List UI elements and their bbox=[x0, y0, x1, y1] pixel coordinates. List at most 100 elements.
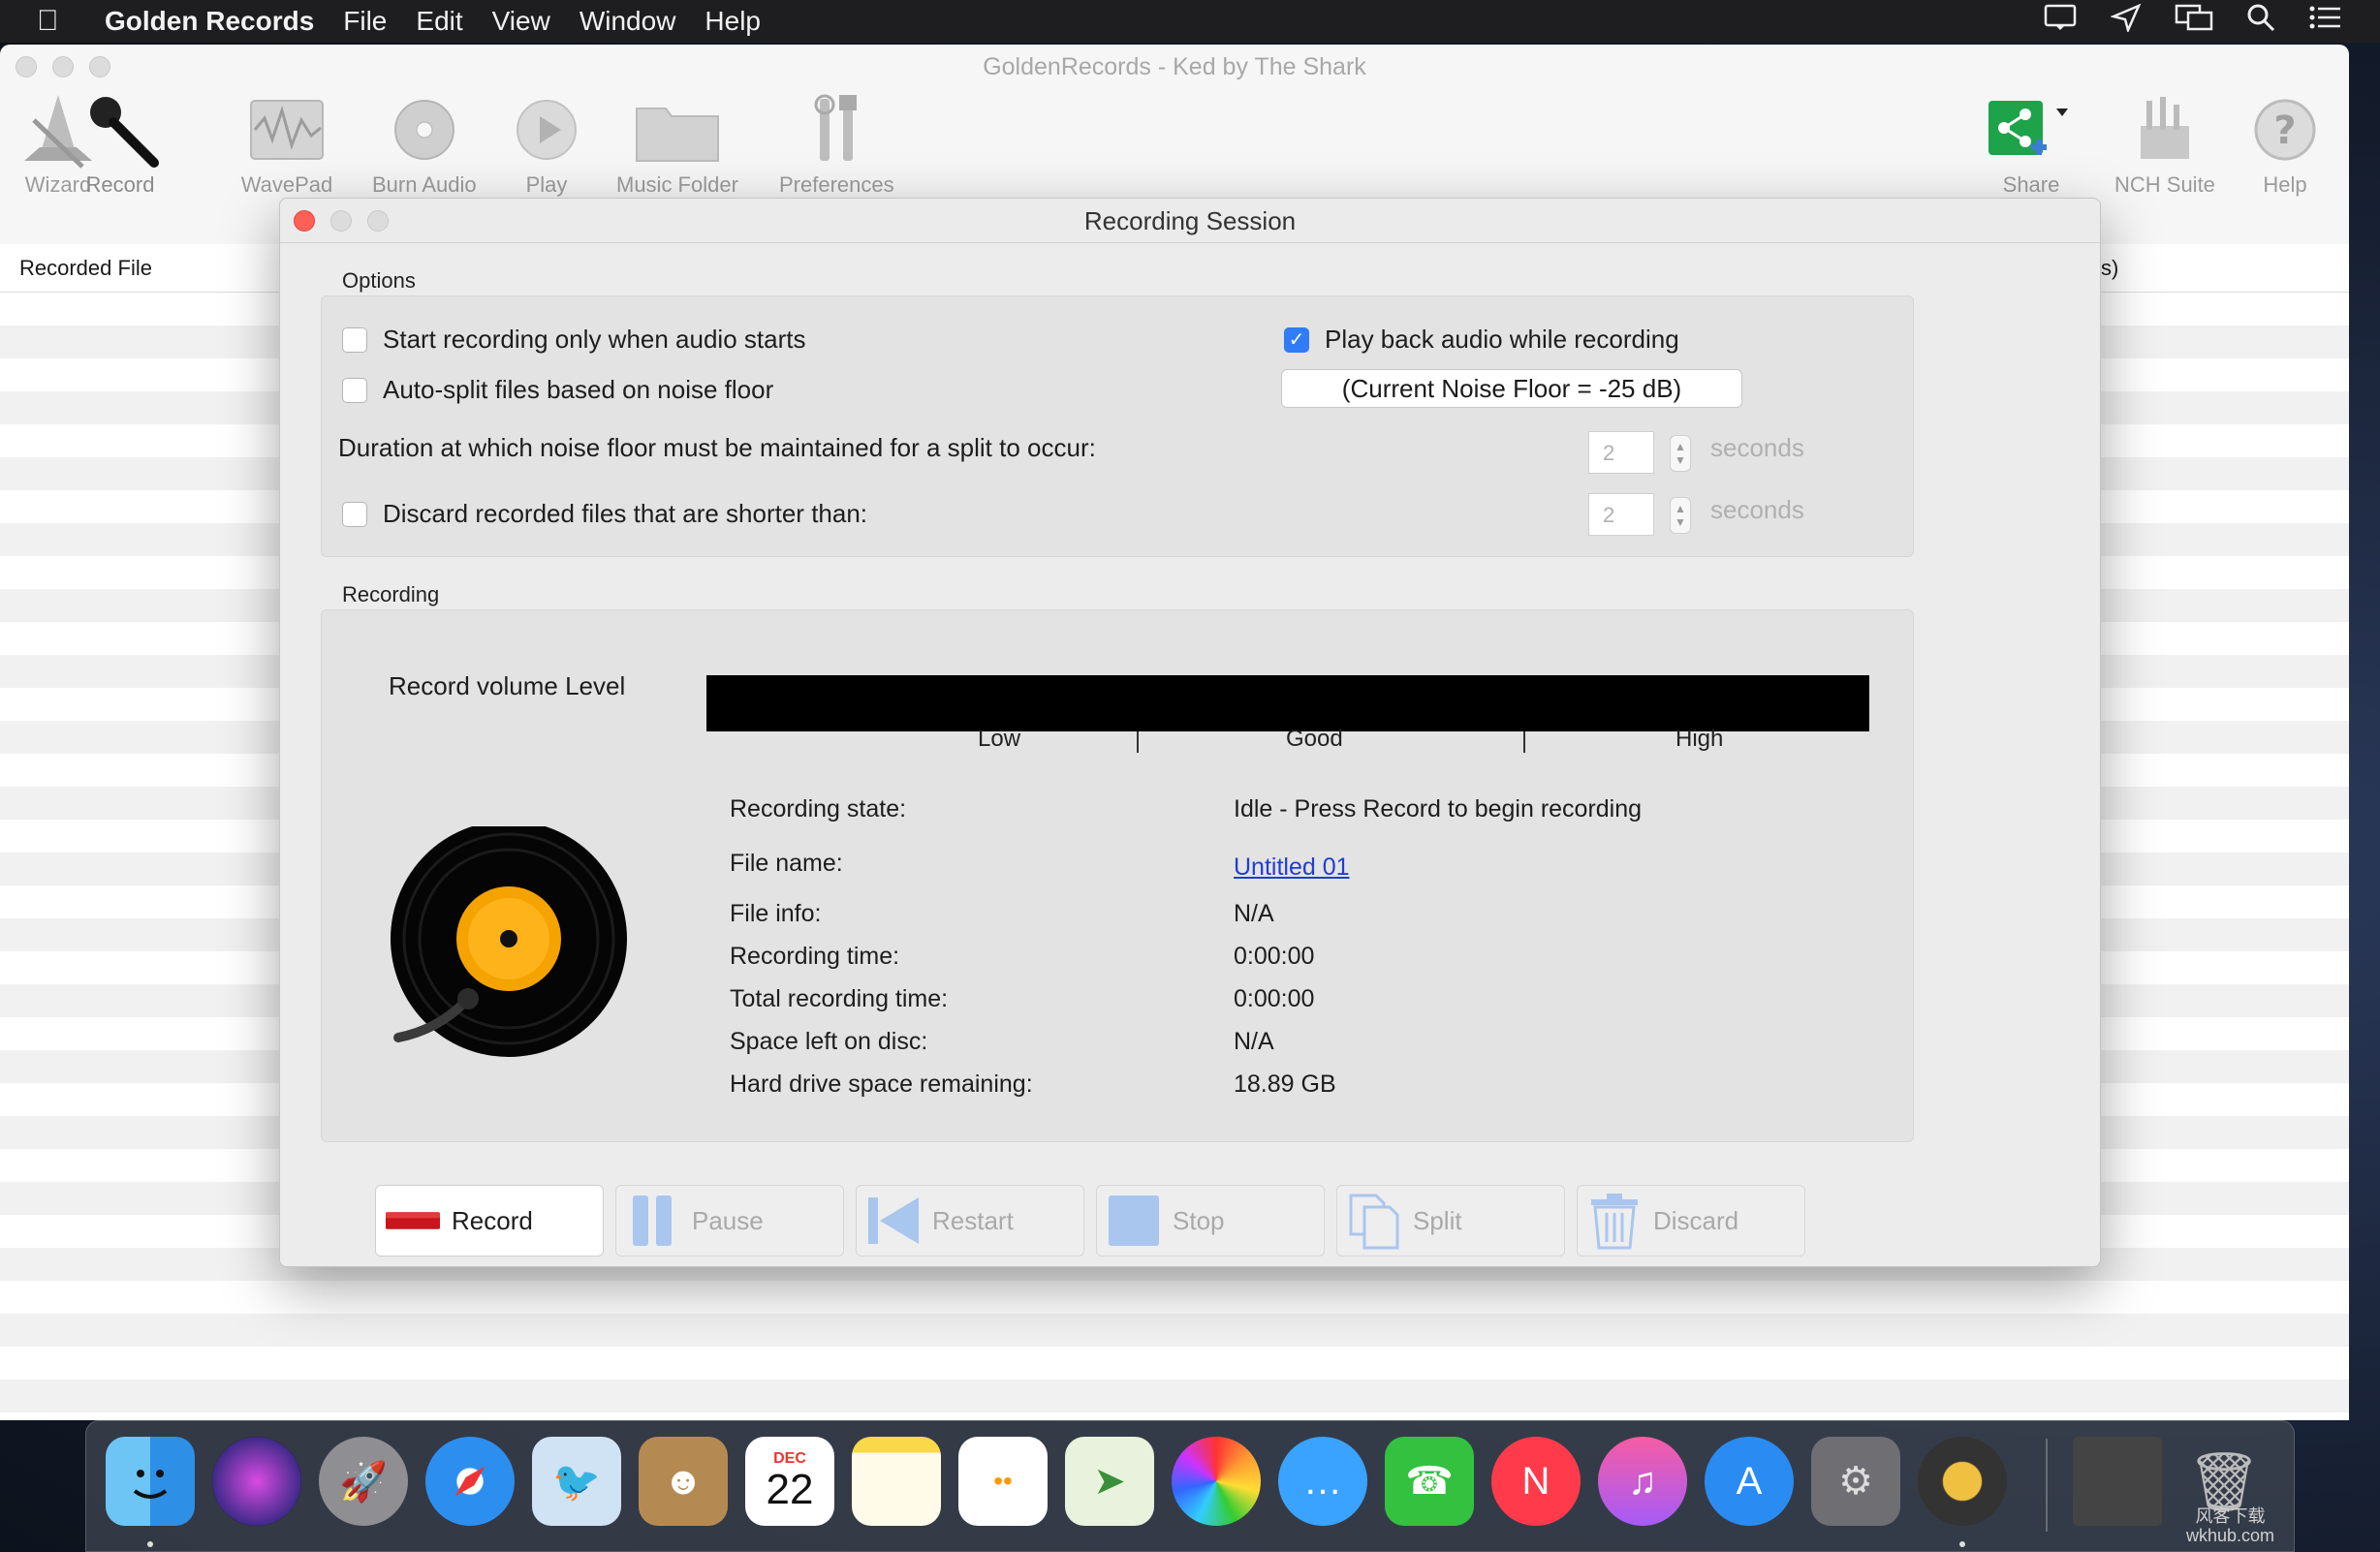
volume-meter bbox=[706, 675, 1869, 731]
microphone-icon bbox=[72, 89, 169, 171]
toolbar-wavepad-label: WavePad bbox=[240, 172, 333, 197]
toolbar-nch-suite-label: NCH Suite bbox=[2114, 172, 2215, 197]
meter-tick-1 bbox=[1137, 731, 1139, 753]
start-on-audio-checkbox[interactable] bbox=[342, 326, 367, 353]
siri-icon[interactable] bbox=[212, 1437, 301, 1526]
toolbar-music-folder-button[interactable]: Music Folder bbox=[616, 89, 738, 200]
toolbar-wavepad-button[interactable]: WavePad bbox=[238, 89, 335, 200]
toolbar-preferences-button[interactable]: Preferences bbox=[779, 89, 894, 200]
share-icon bbox=[1983, 89, 2080, 171]
discard-length-stepper[interactable]: ▲ ▼ bbox=[1670, 497, 1691, 534]
playback-label: Play back audio while recording bbox=[1325, 325, 1679, 354]
toolbar-play-button[interactable]: Play bbox=[498, 89, 595, 200]
duration-input[interactable]: 2 bbox=[1588, 431, 1654, 474]
menu-edit[interactable]: Edit bbox=[416, 6, 462, 37]
menu-help[interactable]: Help bbox=[705, 6, 761, 37]
record-bar-icon bbox=[386, 1194, 440, 1248]
play-icon bbox=[498, 89, 595, 171]
menu-file[interactable]: File bbox=[343, 6, 387, 37]
playback-option[interactable]: ✓ Play back audio while recording bbox=[1284, 325, 1679, 355]
mail-eagle-icon[interactable]: 🐦 bbox=[532, 1437, 621, 1526]
options-section-label: Options bbox=[342, 268, 416, 293]
dock-separator bbox=[2046, 1439, 2048, 1532]
auto-split-option[interactable]: Auto-split files based on noise floor bbox=[342, 375, 773, 405]
toolbar-burn-audio-button[interactable]: Burn Audio bbox=[372, 89, 477, 200]
duration-stepper[interactable]: ▲ ▼ bbox=[1670, 435, 1691, 472]
toolbar-record-button[interactable]: Record bbox=[72, 89, 169, 200]
spotlight-search-icon[interactable] bbox=[2246, 3, 2275, 40]
calendar-icon[interactable]: DEC 22 bbox=[745, 1437, 834, 1526]
toolbar-help-label: Help bbox=[2263, 172, 2307, 197]
notes-icon[interactable] bbox=[852, 1437, 941, 1526]
location-arrow-icon[interactable] bbox=[2110, 3, 2142, 40]
discard-short-checkbox[interactable] bbox=[342, 501, 367, 527]
restart-icon bbox=[866, 1194, 921, 1248]
record-button[interactable]: Record bbox=[375, 1185, 604, 1257]
toolbar-preferences-label: Preferences bbox=[779, 172, 894, 197]
menu-window[interactable]: Window bbox=[579, 6, 676, 37]
disc-icon bbox=[376, 89, 473, 171]
toolbar-share-button[interactable]: Share bbox=[1983, 89, 2080, 200]
discard-short-label: Discard recorded files that are shorter … bbox=[383, 499, 868, 528]
file-name-label: File name: bbox=[730, 850, 843, 877]
split-button[interactable]: Split bbox=[1336, 1185, 1565, 1257]
main-window-controls bbox=[16, 56, 110, 78]
column-partial[interactable]: s) bbox=[2101, 244, 2118, 293]
nch-suite-icon bbox=[2116, 89, 2213, 171]
main-minimize-button[interactable] bbox=[52, 56, 74, 78]
restart-button[interactable]: Restart bbox=[856, 1185, 1084, 1257]
stop-button[interactable]: Stop bbox=[1096, 1185, 1325, 1257]
meter-high-label: High bbox=[1675, 726, 1724, 752]
main-close-button[interactable] bbox=[16, 56, 37, 78]
waveform-icon bbox=[238, 89, 335, 171]
system-preferences-gear-icon[interactable]: ⚙ bbox=[1811, 1437, 1900, 1526]
pause-button-label: Pause bbox=[692, 1205, 764, 1235]
playback-checkbox[interactable]: ✓ bbox=[1284, 326, 1309, 353]
toolbar-help-button[interactable]: ? Help bbox=[2237, 89, 2333, 200]
dialog-minimize-button[interactable] bbox=[330, 210, 352, 232]
toolbar-music-folder-label: Music Folder bbox=[616, 172, 738, 197]
control-center-list-icon[interactable] bbox=[2308, 4, 2341, 39]
facetime-icon[interactable]: ☎ bbox=[1385, 1437, 1474, 1526]
dialog-close-button[interactable] bbox=[294, 210, 315, 232]
duration-label: Duration at which noise floor must be ma… bbox=[338, 433, 1096, 462]
reminders-icon[interactable]: •• bbox=[958, 1437, 1048, 1526]
main-zoom-button[interactable] bbox=[89, 56, 110, 78]
auto-split-label: Auto-split files based on noise floor bbox=[383, 375, 774, 404]
apple-menu-icon[interactable]:  bbox=[37, 5, 83, 38]
safari-compass-icon[interactable] bbox=[425, 1437, 515, 1526]
auto-split-checkbox[interactable] bbox=[342, 377, 367, 403]
news-icon[interactable]: N bbox=[1491, 1437, 1581, 1526]
contacts-icon[interactable]: ☻ bbox=[639, 1437, 728, 1526]
display-mirroring-icon[interactable] bbox=[2175, 3, 2213, 40]
discard-length-input[interactable]: 2 bbox=[1588, 493, 1654, 536]
main-window-titlebar: GoldenRecords - Ked by The Shark bbox=[0, 45, 2349, 89]
toolbar-nch-suite-button[interactable]: NCH Suite bbox=[2114, 89, 2215, 200]
maps-icon[interactable]: ➤ bbox=[1065, 1437, 1154, 1526]
noise-floor-button[interactable]: (Current Noise Floor = -25 dB) bbox=[1281, 369, 1742, 408]
notification-icon[interactable] bbox=[2043, 3, 2078, 40]
golden-records-running-indicator bbox=[1959, 1541, 1965, 1547]
discard-button[interactable]: Discard bbox=[1577, 1185, 1805, 1257]
dialog-zoom-button[interactable] bbox=[367, 210, 389, 232]
menu-view[interactable]: View bbox=[492, 6, 550, 37]
music-note-icon[interactable]: ♫ bbox=[1598, 1437, 1687, 1526]
menu-bar:  Golden Records File Edit View Window H… bbox=[0, 0, 2380, 43]
pause-button[interactable]: Pause bbox=[615, 1185, 844, 1257]
column-recorded-file[interactable]: Recorded File bbox=[19, 244, 152, 293]
downloads-stack-icon[interactable] bbox=[2073, 1437, 2162, 1526]
meter-low-label: Low bbox=[978, 726, 1021, 752]
recording-state-value: Idle - Press Record to begin recording bbox=[1234, 795, 1643, 823]
discard-short-option[interactable]: Discard recorded files that are shorter … bbox=[342, 499, 867, 529]
finder-icon[interactable] bbox=[106, 1437, 195, 1526]
app-store-icon[interactable]: A bbox=[1705, 1437, 1794, 1526]
photos-icon[interactable] bbox=[1172, 1437, 1261, 1526]
help-icon: ? bbox=[2237, 89, 2333, 171]
file-name-link[interactable]: Untitled 01 bbox=[1234, 854, 1350, 882]
launchpad-rocket-icon[interactable]: 🚀 bbox=[319, 1437, 408, 1526]
start-on-audio-option[interactable]: Start recording only when audio starts bbox=[342, 325, 805, 355]
menu-app-name[interactable]: Golden Records bbox=[105, 6, 314, 37]
watermark-text: 风客下载 wkhub.com bbox=[2185, 1506, 2274, 1545]
messages-icon[interactable]: … bbox=[1278, 1437, 1367, 1526]
golden-records-icon[interactable] bbox=[1918, 1437, 2007, 1526]
